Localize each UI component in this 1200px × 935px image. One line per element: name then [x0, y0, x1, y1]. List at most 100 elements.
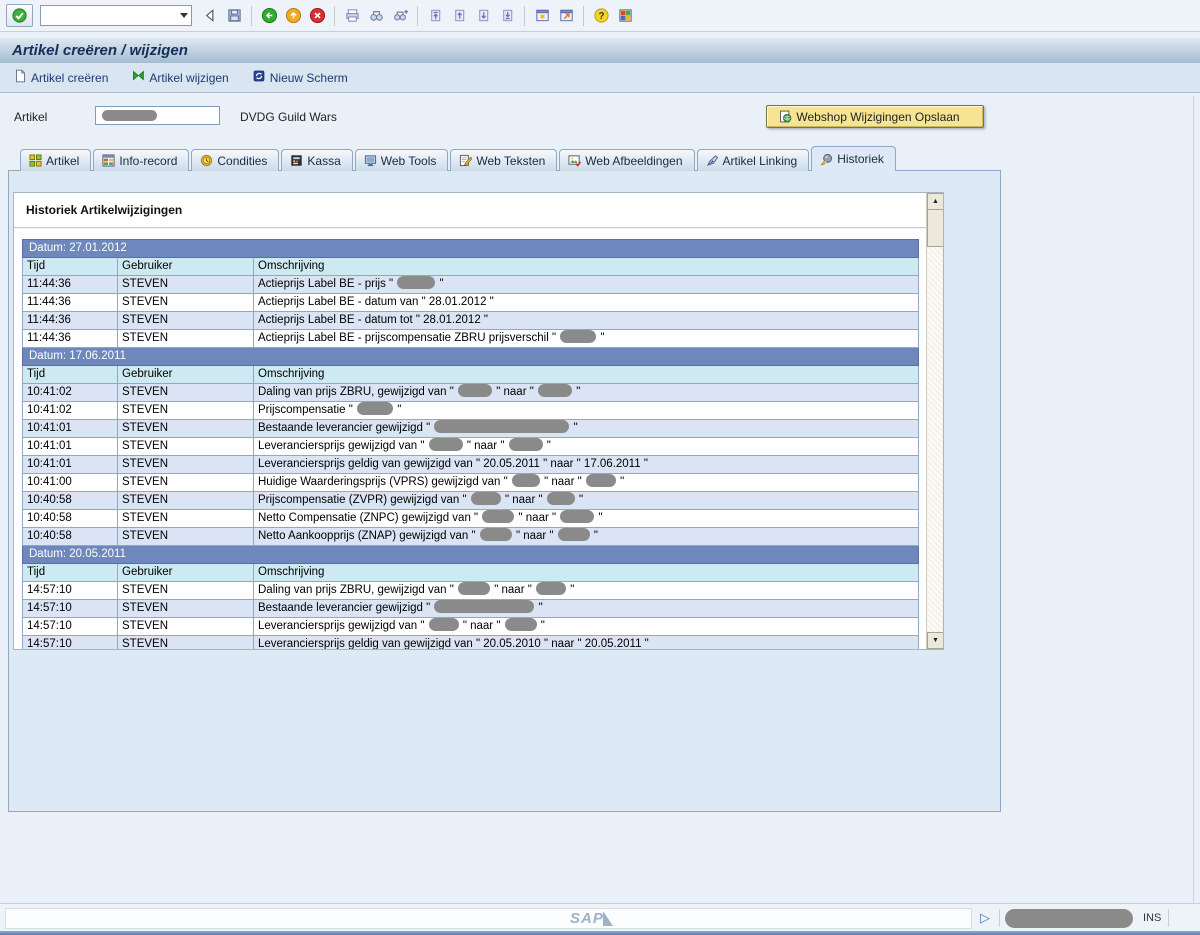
page-down-icon[interactable]	[472, 5, 494, 27]
redacted-value	[458, 384, 492, 397]
scroll-down-button[interactable]: ▼	[927, 632, 944, 649]
tab-label: Kassa	[307, 154, 340, 168]
artikel-field[interactable]	[95, 106, 220, 125]
column-header: Tijd	[23, 258, 118, 276]
divider	[14, 227, 926, 229]
last-page-icon[interactable]	[496, 5, 518, 27]
redacted-status-field	[1005, 909, 1133, 928]
new-session-icon[interactable]	[531, 5, 553, 27]
redacted-artikel-value	[102, 110, 157, 121]
divider	[999, 909, 1000, 927]
enter-button[interactable]	[6, 4, 33, 27]
cell-description: Huidige Waarderingsprijs (VPRS) gewijzig…	[254, 474, 919, 492]
tab-web-teksten[interactable]: Web Teksten	[450, 149, 557, 171]
first-page-icon[interactable]	[424, 5, 446, 27]
history-row: 11:44:36STEVENActieprijs Label BE - datu…	[23, 294, 919, 312]
column-header: Omschrijving	[254, 366, 919, 384]
column-header: Tijd	[23, 366, 118, 384]
nav-cancel-icon[interactable]	[306, 5, 328, 27]
command-input[interactable]	[43, 7, 175, 24]
redacted-value	[357, 402, 393, 415]
artikel-description: DVDG Guild Wars	[240, 110, 337, 124]
find-icon[interactable]	[365, 5, 387, 27]
history-row: 14:57:10STEVENLeveranciersprijs gewijzig…	[23, 618, 919, 636]
history-row: 10:40:58STEVENPrijscompensatie (ZVPR) ge…	[23, 492, 919, 510]
tab-condities-icon	[200, 154, 213, 167]
cell-user: STEVEN	[118, 330, 254, 348]
app-button-nieuw-scherm[interactable]: Nieuw Scherm	[251, 68, 348, 87]
tab-label: Historiek	[837, 152, 884, 166]
app-button-label: Artikel wijzigen	[149, 71, 228, 85]
cell-user: STEVEN	[118, 474, 254, 492]
window-edge	[1193, 96, 1194, 903]
tab-info-record[interactable]: Info-record	[93, 149, 189, 171]
change-flag-icon	[130, 68, 146, 87]
tab-label: Info-record	[119, 154, 177, 168]
app-button-label: Nieuw Scherm	[270, 71, 348, 85]
cell-description: Netto Compensatie (ZNPC) gewijzigd van "…	[254, 510, 919, 528]
cell-description: Leveranciersprijs geldig van gewijzigd v…	[254, 636, 919, 651]
tab-historiek[interactable]: Historiek	[811, 146, 896, 171]
tab-webafbeeldingen-icon	[568, 154, 581, 167]
tab-kassa[interactable]: Kassa	[281, 149, 352, 171]
print-icon[interactable]	[341, 5, 363, 27]
tab-web-tools[interactable]: Web Tools	[355, 149, 449, 171]
cell-user: STEVEN	[118, 276, 254, 294]
nav-back-icon[interactable]	[258, 5, 280, 27]
cell-time: 11:44:36	[23, 294, 118, 312]
page-up-icon[interactable]	[448, 5, 470, 27]
toolbar-separator	[583, 6, 584, 26]
tab-strip: Artikel Info-record Condities Kassa Web Tool…	[8, 147, 896, 171]
vertical-scrollbar[interactable]: ▲ ▼	[926, 193, 943, 649]
toolbar-separator	[334, 6, 335, 26]
chevron-down-icon[interactable]	[180, 13, 188, 22]
tab-artikel-linking[interactable]: Artikel Linking	[697, 149, 810, 171]
command-field[interactable]	[40, 5, 192, 26]
cell-description: Bestaande leverancier gewijzigd " "	[254, 600, 919, 618]
help-icon[interactable]: ?	[590, 5, 612, 27]
tab-label: Web Teksten	[476, 154, 545, 168]
cell-user: STEVEN	[118, 294, 254, 312]
webshop-save-button[interactable]: Webshop Wijzigingen Opslaan	[766, 105, 984, 128]
back-icon[interactable]	[199, 5, 221, 27]
cell-time: 11:44:36	[23, 312, 118, 330]
cell-user: STEVEN	[118, 492, 254, 510]
scrollbar-thumb[interactable]	[927, 209, 944, 247]
history-row: 11:44:36STEVENActieprijs Label BE - prij…	[23, 276, 919, 294]
cell-user: STEVEN	[118, 528, 254, 546]
find-next-icon[interactable]	[389, 5, 411, 27]
status-expand-icon[interactable]: ▷	[980, 910, 990, 926]
toolbar-separator	[251, 6, 252, 26]
cell-description: Actieprijs Label BE - datum van " 28.01.…	[254, 294, 919, 312]
history-row: 10:40:58STEVENNetto Compensatie (ZNPC) g…	[23, 510, 919, 528]
nav-exit-icon[interactable]	[282, 5, 304, 27]
tab-web-afbeeldingen[interactable]: Web Afbeeldingen	[559, 149, 694, 171]
scroll-up-button[interactable]: ▲	[927, 193, 944, 210]
column-header-row: TijdGebruikerOmschrijving	[23, 564, 919, 582]
app-button-artikel-cre-ren[interactable]: Artikel creëren	[12, 68, 108, 87]
tab-label: Artikel Linking	[723, 154, 798, 168]
cell-time: 10:40:58	[23, 528, 118, 546]
column-header: Gebruiker	[118, 366, 254, 384]
system-toolbar: ?	[0, 0, 1200, 32]
historiek-tab-panel: Historiek Artikelwijzigingen Datum: 27.0…	[8, 170, 1001, 812]
tab-condities[interactable]: Condities	[191, 149, 279, 171]
tab-artikel[interactable]: Artikel	[20, 149, 91, 171]
shortcut-icon[interactable]	[555, 5, 577, 27]
date-section-row: Datum: 20.05.2011	[23, 546, 919, 564]
save-icon[interactable]	[223, 5, 245, 27]
new-screen-icon	[251, 68, 267, 87]
cell-user: STEVEN	[118, 600, 254, 618]
app-button-artikel-wijzigen[interactable]: Artikel wijzigen	[130, 68, 228, 87]
cell-user: STEVEN	[118, 456, 254, 474]
cell-time: 11:44:36	[23, 276, 118, 294]
cell-time: 10:41:01	[23, 438, 118, 456]
customize-icon[interactable]	[614, 5, 636, 27]
window-bottom-border	[0, 931, 1200, 935]
cell-description: Netto Aankoopprijs (ZNAP) gewijzigd van …	[254, 528, 919, 546]
history-table: Datum: 27.01.2012TijdGebruikerOmschrijvi…	[22, 239, 919, 650]
cell-user: STEVEN	[118, 582, 254, 600]
redacted-value	[560, 330, 596, 343]
redacted-value	[509, 438, 543, 451]
cell-time: 14:57:10	[23, 600, 118, 618]
